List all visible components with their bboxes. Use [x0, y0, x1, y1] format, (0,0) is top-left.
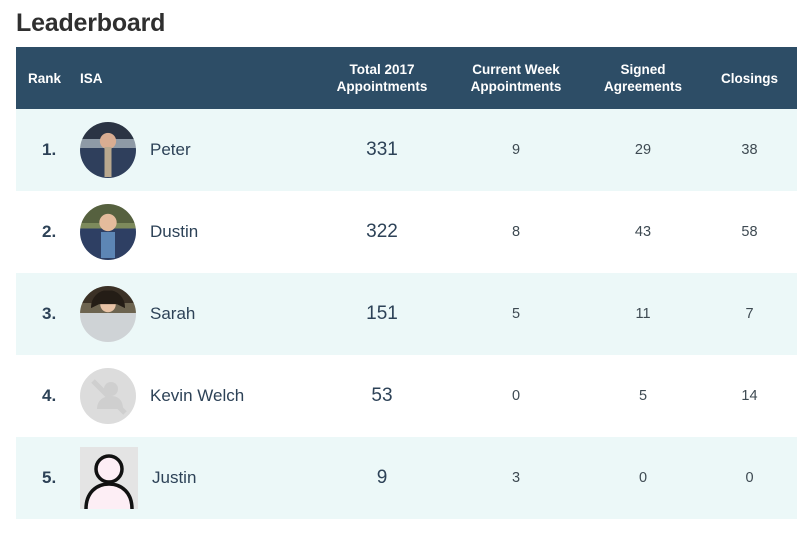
- leaderboard-table-container: Rank ISA Total 2017 Appointments Current…: [16, 47, 797, 519]
- row-current-week-appointments: 5: [511, 306, 521, 322]
- table-row[interactable]: 1. Peter 331 9 29 38: [16, 109, 797, 191]
- column-header-week-line1: Current Week: [472, 62, 560, 77]
- row-closings: 38: [741, 142, 758, 158]
- row-closings: 0: [745, 470, 754, 486]
- row-current-week-appointments: 9: [511, 142, 521, 158]
- row-total-appointments: 151: [366, 303, 398, 324]
- row-isa-name: Kevin Welch: [150, 386, 245, 405]
- column-header-signed-agreements[interactable]: Signed Agreements: [584, 47, 702, 109]
- row-current-week-appointments: 0: [511, 388, 521, 404]
- row-rank: 2.: [42, 222, 57, 241]
- table-body: 1. Peter 331 9 29 38 2. Dustin 322 8 43 …: [16, 109, 797, 519]
- row-total-appointments: 331: [366, 139, 398, 160]
- row-isa-name: Dustin: [150, 222, 199, 241]
- row-rank: 1.: [42, 140, 57, 159]
- row-current-week-appointments: 3: [511, 470, 521, 486]
- column-header-rank[interactable]: Rank: [16, 47, 80, 109]
- row-signed-agreements: 11: [635, 306, 651, 322]
- column-header-total-line1: Total 2017: [349, 62, 415, 77]
- row-closings: 7: [745, 306, 754, 322]
- row-signed-agreements: 5: [638, 388, 648, 404]
- column-header-isa[interactable]: ISA: [80, 47, 316, 109]
- row-isa: Dustin: [80, 191, 316, 273]
- row-signed-agreements: 43: [634, 224, 652, 240]
- row-closings: 14: [741, 388, 758, 404]
- row-total-appointments: 322: [366, 221, 398, 242]
- leaderboard-table: Rank ISA Total 2017 Appointments Current…: [16, 47, 797, 519]
- avatar: [80, 204, 136, 260]
- row-total-appointments: 9: [376, 467, 388, 488]
- row-isa: Sarah: [80, 273, 316, 355]
- row-isa: Peter: [80, 109, 316, 191]
- column-header-current-week-appointments[interactable]: Current Week Appointments: [448, 47, 584, 109]
- row-signed-agreements: 0: [638, 470, 648, 486]
- row-rank: 4.: [42, 386, 57, 405]
- row-isa-name: Sarah: [150, 304, 196, 323]
- row-isa: Kevin Welch: [80, 355, 316, 437]
- row-signed-agreements: 29: [634, 142, 652, 158]
- column-header-total-line2: Appointments: [336, 79, 428, 94]
- avatar: [80, 122, 136, 178]
- row-isa: Justin: [80, 437, 316, 519]
- column-header-total-appointments[interactable]: Total 2017 Appointments: [316, 47, 448, 109]
- table-row[interactable]: 4. Kevin Welch 53 0 5 14: [16, 355, 797, 437]
- column-header-signed-line1: Signed: [620, 62, 666, 77]
- table-header: Rank ISA Total 2017 Appointments Current…: [16, 47, 797, 109]
- row-current-week-appointments: 8: [511, 224, 521, 240]
- column-header-signed-line2: Agreements: [603, 79, 683, 94]
- row-rank: 5.: [42, 468, 57, 487]
- table-row[interactable]: 2. Dustin 322 8 43 58: [16, 191, 797, 273]
- row-total-appointments: 53: [371, 385, 393, 406]
- table-header-row: Rank ISA Total 2017 Appointments Current…: [16, 47, 797, 109]
- row-isa-name: Justin: [152, 468, 197, 487]
- table-row[interactable]: 3. Sarah 151 5 11 7: [16, 273, 797, 355]
- person-placeholder-icon: [80, 447, 138, 509]
- table-row[interactable]: 5. Justin 9 3 0 0: [16, 437, 797, 519]
- column-header-week-line2: Appointments: [470, 79, 562, 94]
- row-rank: 3.: [42, 304, 57, 323]
- column-header-closings[interactable]: Closings: [702, 47, 797, 109]
- row-isa-name: Peter: [150, 140, 191, 159]
- no-photo-icon: [80, 368, 136, 424]
- row-closings: 58: [741, 224, 758, 240]
- avatar: [80, 286, 136, 342]
- page-title: Leaderboard: [16, 9, 166, 37]
